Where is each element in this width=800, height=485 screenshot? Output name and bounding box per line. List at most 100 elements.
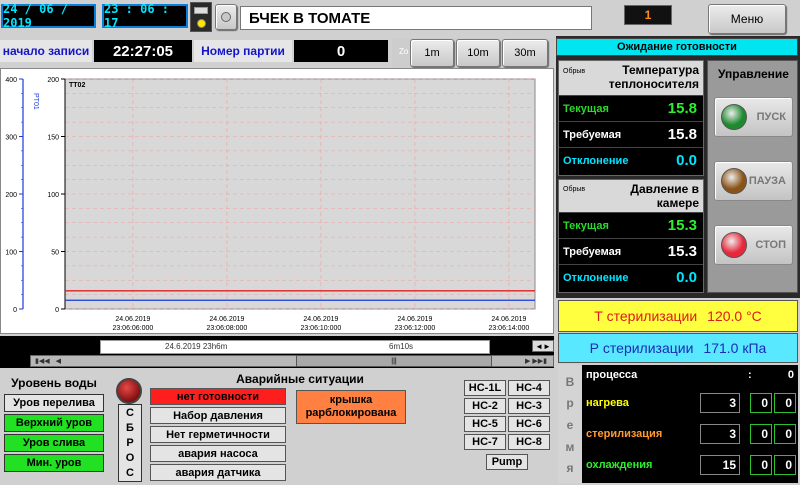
menu-button[interactable]: Меню	[708, 4, 786, 34]
alarm-item: авария насоса	[150, 445, 286, 462]
x-tick-label: 23:06:10:000	[300, 325, 341, 332]
reset-letter: С	[126, 406, 134, 419]
control-title: Управление	[718, 67, 789, 81]
pump-button[interactable]: Pump	[486, 454, 528, 470]
lid-alarm-line: рарблокирована	[305, 407, 397, 419]
pressure-header: Обрыв Давление в камере	[559, 180, 703, 212]
time-vertical-label: Время	[560, 371, 580, 479]
time-vertical-letter: р	[566, 396, 574, 411]
nav-first-icon[interactable]: ▮◀◀	[35, 357, 50, 365]
batch-number-value[interactable]: 0	[294, 40, 388, 62]
sterilization-temp-value: 120.0 °C	[707, 308, 762, 324]
reset-letter: С	[126, 467, 134, 480]
pressure-rows: Текущая 15.3 Требуемая 15.3 Отклонение 0.0	[559, 212, 703, 292]
control-section: Управление ПУСК ПАУЗА СТОП	[707, 60, 798, 293]
time-row-label: стерилизация	[586, 428, 663, 440]
reset-button[interactable]: СБРОС	[118, 404, 142, 482]
chart-scroll-thumb[interactable]: |||	[296, 355, 492, 367]
trend-chart[interactable]: 0 100 200 300 400 PT01 0 50 100 150 200 TT02 24.06.2…	[0, 68, 554, 334]
coolant-open-label: Обрыв	[563, 68, 586, 75]
stop-button[interactable]: СТОП	[714, 225, 793, 265]
start-button[interactable]: ПУСК	[714, 97, 793, 137]
inner-tick-label: 150	[47, 135, 59, 142]
coolant-row-label: Отклонение	[563, 155, 629, 167]
alarms-title: Аварийные ситуации	[236, 372, 364, 386]
sterilization-pressure-label: Р стерилизации	[589, 340, 694, 356]
coolant-row: Текущая 15.8	[559, 95, 703, 121]
x-tick-label: 23:06:08:000	[206, 325, 247, 332]
pause-button[interactable]: ПАУЗА	[714, 161, 793, 201]
x-tick-label: 24.06.2019	[303, 316, 338, 323]
batch-number-label: Номер партии	[194, 40, 292, 62]
time-vertical-letter: м	[565, 439, 575, 454]
pause-lamp-icon	[721, 168, 747, 194]
time-value-b[interactable]: 0	[750, 393, 772, 413]
product-title: БЧЕК В ТОМАТЕ	[240, 6, 592, 30]
trend-chart-svg: 0 100 200 300 400 PT01 0 50 100 150 200 TT02 24.06.2…	[5, 77, 536, 332]
expand-icon[interactable]: ◄►	[532, 340, 554, 352]
left-tick-label: 200	[5, 192, 17, 199]
chart-scroll-track[interactable]: 24.6.2019 23h6m 6m10s	[100, 340, 490, 354]
pressure-row: Требуемая 15.3	[559, 238, 703, 264]
pump-нс6-button[interactable]: НС-6	[508, 416, 550, 432]
record-start-time: 22:27:05	[94, 40, 192, 62]
status-bar: Ожидание готовности	[556, 38, 798, 56]
time-value-b[interactable]: 0	[750, 455, 772, 475]
time-row-label: нагрева	[586, 397, 629, 409]
time-value-a[interactable]: 3	[700, 424, 740, 444]
pump-нс8-button[interactable]: НС-8	[508, 434, 550, 450]
alarm-item: Нет герметичности	[150, 426, 286, 443]
coolant-title: Температура теплоносителя	[608, 63, 699, 91]
trend-icon[interactable]	[190, 2, 212, 32]
zoom-10m-button[interactable]: 10m	[456, 39, 500, 67]
pump-нс4-button[interactable]: НС-4	[508, 380, 550, 396]
pressure-row-label: Отклонение	[563, 272, 629, 284]
zoom-label: Zo	[399, 47, 409, 56]
pump-нс1l-button[interactable]: НС-1L	[464, 380, 506, 396]
coolant-row-label: Требуемая	[563, 129, 622, 141]
coolant-row-value: 15.8	[667, 100, 697, 117]
process-label: процесса	[586, 369, 638, 381]
process-sep: :	[748, 369, 752, 381]
record-icon[interactable]	[215, 4, 237, 30]
pressure-row-value: 0.0	[676, 269, 697, 286]
time-value-a[interactable]: 3	[700, 393, 740, 413]
nav-next-icon[interactable]: ▶ ▶▶▮	[525, 357, 547, 365]
scroll-mid-label: 6m10s	[389, 342, 414, 351]
x-tick-label: 23:06:14:000	[488, 325, 529, 332]
reset-lamp	[116, 378, 142, 404]
x-tick-label: 24.06.2019	[491, 316, 526, 323]
zoom-30m-button[interactable]: 30m	[502, 39, 548, 67]
nav-prev-icon[interactable]: ◀	[56, 357, 61, 365]
scroll-left-label: 24.6.2019 23h6m	[165, 342, 228, 351]
left-tick-label: 0	[13, 307, 17, 314]
pump-нс3-button[interactable]: НС-3	[508, 398, 550, 414]
pump-section: НС-1L НС-4 НС-2 НС-3 НС-5 НС-6 НС-7 НС-8 Pump	[462, 378, 552, 482]
pressure-row: Текущая 15.3	[559, 212, 703, 238]
time-value-c[interactable]: 0	[774, 393, 796, 413]
pump-нс7-button[interactable]: НС-7	[464, 434, 506, 450]
sterilization-temp: Т стерилизации 120.0 °C	[558, 300, 798, 332]
coolant-row-value: 0.0	[676, 152, 697, 169]
zoom-1m-button[interactable]: 1m	[410, 39, 454, 67]
alarm-item: нет готовности	[150, 388, 286, 405]
time-value-c[interactable]: 0	[774, 455, 796, 475]
water-level-item: Мин. уров	[4, 454, 104, 472]
coolant-row: Отклонение 0.0	[559, 147, 703, 173]
inner-tick-label: 200	[47, 77, 59, 84]
pump-нс2-button[interactable]: НС-2	[464, 398, 506, 414]
time-vertical-letter: я	[566, 461, 574, 476]
time-value-c[interactable]: 0	[774, 424, 796, 444]
pressure-row-value: 15.3	[667, 217, 697, 234]
reset-letter: Б	[126, 421, 134, 434]
pressure-title: Давление в камере	[630, 182, 699, 210]
sterilization-pressure-value: 171.0 кПа	[703, 340, 767, 356]
sterilization-pressure: Р стерилизации 171.0 кПа	[558, 333, 798, 363]
pump-нс5-button[interactable]: НС-5	[464, 416, 506, 432]
lid-alarm-line: крышка	[329, 394, 373, 406]
time-vertical-letter: е	[566, 417, 574, 432]
left-tick-label: 100	[5, 250, 17, 257]
coolant-row-label: Текущая	[563, 103, 609, 115]
time-value-b[interactable]: 0	[750, 424, 772, 444]
time-value-a[interactable]: 15	[700, 455, 740, 475]
